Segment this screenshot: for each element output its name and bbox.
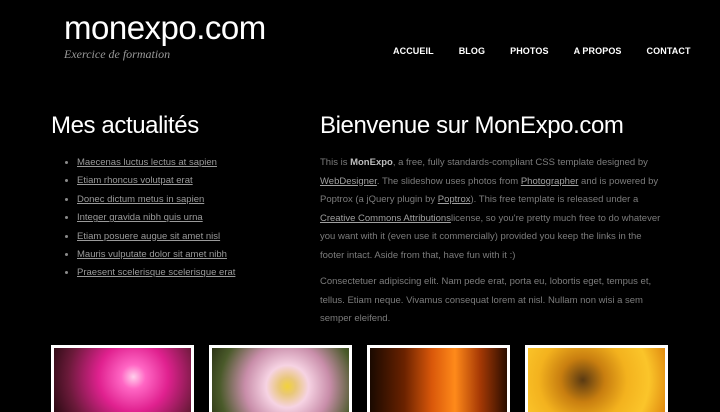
brand-name: MonExpo (350, 157, 393, 168)
text-segment: . The slideshow uses photos from (376, 175, 521, 187)
welcome-paragraph-1: This is MonExpo, a free, fully standards… (320, 154, 665, 265)
list-item: Praesent scelerisque scelerisque erat (77, 264, 237, 282)
news-link[interactable]: Etiam rhoncus volutpat erat (77, 175, 193, 186)
news-link[interactable]: Praesent scelerisque scelerisque erat (77, 267, 235, 278)
poptrox-link[interactable]: Poptrox (438, 194, 471, 205)
welcome-paragraph-2: Consectetuer adipiscing elit. Nam pede e… (320, 276, 652, 324)
photographer-link[interactable]: Photographer (521, 176, 579, 187)
news-link[interactable]: Maecenas luctus lectus at sapien (77, 157, 217, 168)
news-link[interactable]: Donec dictum metus in sapien (77, 194, 204, 205)
news-link[interactable]: Etiam posuere augue sit amet nisl (77, 231, 220, 242)
nav-photos[interactable]: PHOTOS (510, 45, 548, 57)
nav-a-propos[interactable]: A PROPOS (574, 45, 622, 57)
list-item: Maecenas luctus lectus at sapien (77, 154, 237, 172)
site-title[interactable]: monexpo.com (64, 6, 266, 50)
water-lily-photo[interactable] (209, 345, 352, 412)
list-item: Mauris vulputate dolor sit amet nibh (77, 246, 237, 264)
news-heading: Mes actualités (51, 112, 199, 139)
nav-blog[interactable]: BLOG (459, 45, 485, 57)
text-segment: This is (320, 157, 351, 168)
nav-contact[interactable]: CONTACT (647, 45, 691, 57)
hibiscus-photo[interactable] (51, 345, 194, 412)
news-link[interactable]: Mauris vulputate dolor sit amet nibh (77, 249, 227, 260)
creative-commons-link[interactable]: Creative Commons Attributions (320, 213, 451, 224)
text-segment: , a free, fully standards-compliant CSS … (392, 157, 648, 168)
main-nav: ACCUEIL BLOG PHOTOS A PROPOS CONTACT (393, 45, 691, 57)
insect-on-flower-photo[interactable] (525, 345, 668, 412)
list-item: Integer gravida nibh quis urna (77, 209, 237, 227)
welcome-heading: Bienvenue sur MonExpo.com (320, 112, 624, 139)
nav-accueil[interactable]: ACCUEIL (393, 45, 434, 57)
photo-gallery (51, 345, 668, 412)
lily-stamens-photo[interactable] (367, 345, 510, 412)
list-item: Donec dictum metus in sapien (77, 191, 237, 209)
list-item: Etiam posuere augue sit amet nisl (77, 228, 237, 246)
webdesigner-link[interactable]: WebDesigner (320, 176, 377, 187)
news-list: Maecenas luctus lectus at sapien Etiam r… (63, 154, 237, 283)
text-segment: ). This free template is released under … (470, 194, 639, 205)
news-link[interactable]: Integer gravida nibh quis urna (77, 212, 203, 223)
welcome-text: This is MonExpo, a free, fully standards… (320, 154, 665, 337)
site-tagline: Exercice de formation (64, 47, 171, 61)
list-item: Etiam rhoncus volutpat erat (77, 172, 237, 190)
